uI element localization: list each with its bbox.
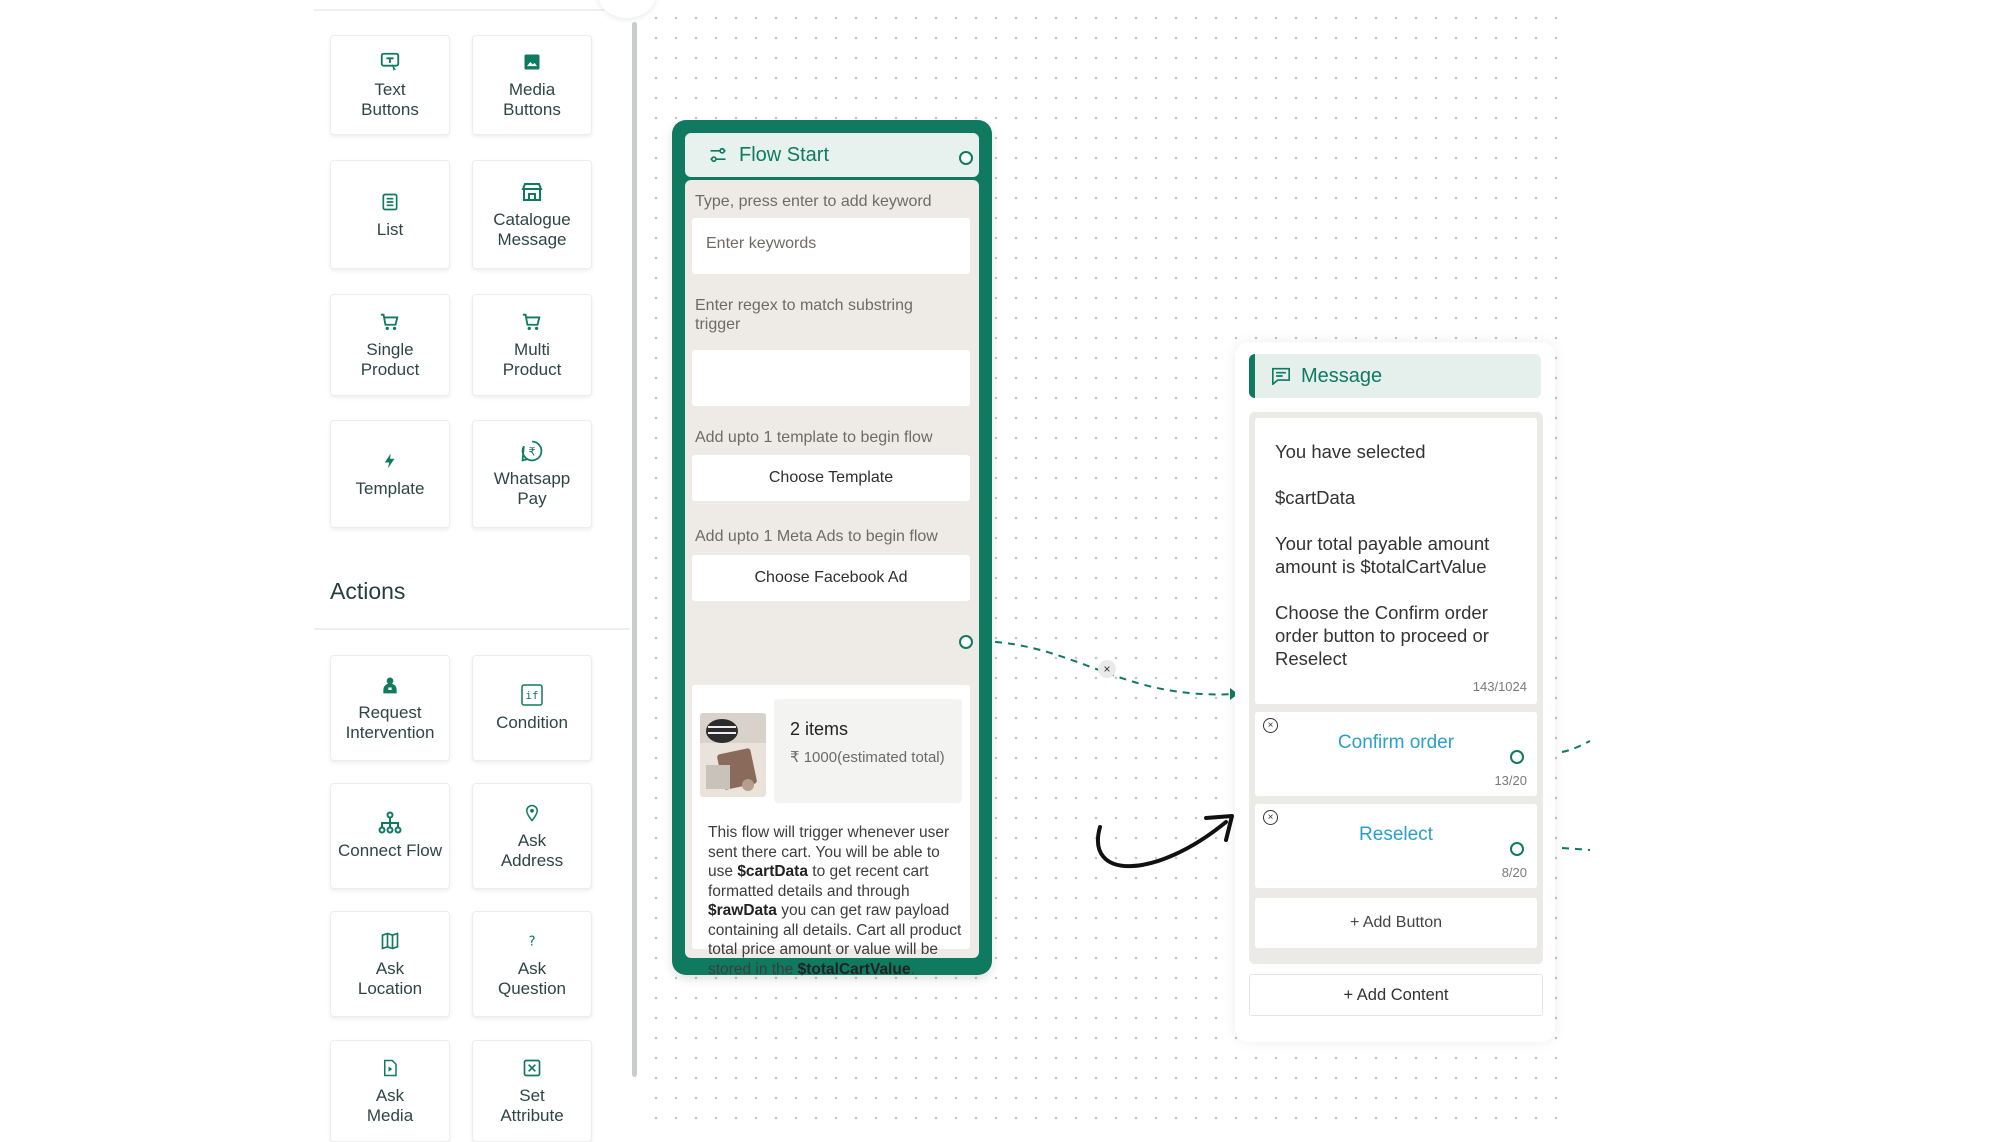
- message-line: Choose the Confirm order order button to…: [1275, 602, 1489, 669]
- flow-start-header[interactable]: Flow Start: [685, 133, 979, 177]
- flow-sliders-icon: [707, 145, 729, 165]
- message-char-counter: 143/1024: [1472, 679, 1527, 694]
- message-line: You have selected: [1275, 441, 1426, 462]
- cart-output-handle[interactable]: [959, 635, 973, 649]
- choose-facebook-ad-button[interactable]: Choose Facebook Ad: [692, 555, 970, 601]
- reply-button-label: Reselect: [1359, 824, 1433, 845]
- reply-button-label: Confirm order: [1337, 732, 1455, 753]
- regex-label: Enter regex to match substring trigger: [695, 297, 913, 333]
- choose-template-button[interactable]: Choose Template: [692, 455, 970, 501]
- cart-summary: 2 items ₹ 1000(estimated total): [774, 699, 962, 803]
- cart-trigger-card[interactable]: 2 items ₹ 1000(estimated total) This flo…: [692, 685, 970, 978]
- flow-edges: [981, 640, 1591, 869]
- button-char-counter: 13/20: [1494, 773, 1527, 788]
- cart-items-count: 2 items: [790, 719, 849, 739]
- keyword-input[interactable]: Enter keywords: [692, 218, 970, 274]
- annotation-arrow: [1096, 820, 1228, 869]
- edge-confirm-outgoing: [1561, 740, 1591, 753]
- message-node[interactable]: Message You have selected $cartData Your…: [1235, 342, 1555, 1042]
- message-header[interactable]: Message: [1249, 354, 1541, 398]
- edge-delete-button[interactable]: ×: [1098, 660, 1116, 678]
- regex-input[interactable]: [692, 350, 970, 406]
- message-content-panel: You have selected $cartData Your total p…: [1249, 412, 1543, 964]
- flow-start-body: Type, press enter to add keyword Enter k…: [685, 180, 979, 978]
- keyword-label: Type, press enter to add keyword: [695, 193, 932, 210]
- flow-start-output-handle[interactable]: [959, 151, 973, 165]
- add-content-button[interactable]: + Add Content: [1249, 974, 1543, 1016]
- message-text-editor[interactable]: You have selected $cartData Your total p…: [1255, 418, 1537, 704]
- button-output-handle[interactable]: [1510, 750, 1524, 764]
- cart-product-image: [700, 713, 766, 797]
- meta-ads-label: Add upto 1 Meta Ads to begin flow: [695, 528, 938, 545]
- reply-button-reselect[interactable]: × Reselect 8/20: [1255, 804, 1537, 888]
- message-line: Your total payable amount amount is $tot…: [1275, 533, 1490, 577]
- edge-reselect-outgoing: [1561, 847, 1591, 851]
- message-line: $cartData: [1275, 487, 1356, 508]
- cart-estimated-total: ₹ 1000(estimated total): [790, 749, 945, 766]
- button-output-handle[interactable]: [1510, 842, 1524, 856]
- message-icon: [1271, 367, 1291, 385]
- flow-start-node[interactable]: Flow Start Type, press enter to add keyw…: [672, 120, 992, 978]
- flow-start-title: Flow Start: [739, 143, 830, 166]
- keyword-placeholder: Enter keywords: [706, 235, 817, 252]
- button-char-counter: 8/20: [1501, 865, 1527, 880]
- cart-trigger-description: This flow will trigger whenever user sen…: [708, 824, 962, 978]
- close-icon[interactable]: ×: [1263, 718, 1278, 733]
- add-button[interactable]: + Add Button: [1255, 898, 1537, 948]
- close-icon[interactable]: ×: [1263, 810, 1278, 825]
- template-label: Add upto 1 template to begin flow: [695, 429, 933, 446]
- message-title: Message: [1301, 364, 1383, 387]
- reply-button-confirm[interactable]: × Confirm order 13/20: [1255, 712, 1537, 796]
